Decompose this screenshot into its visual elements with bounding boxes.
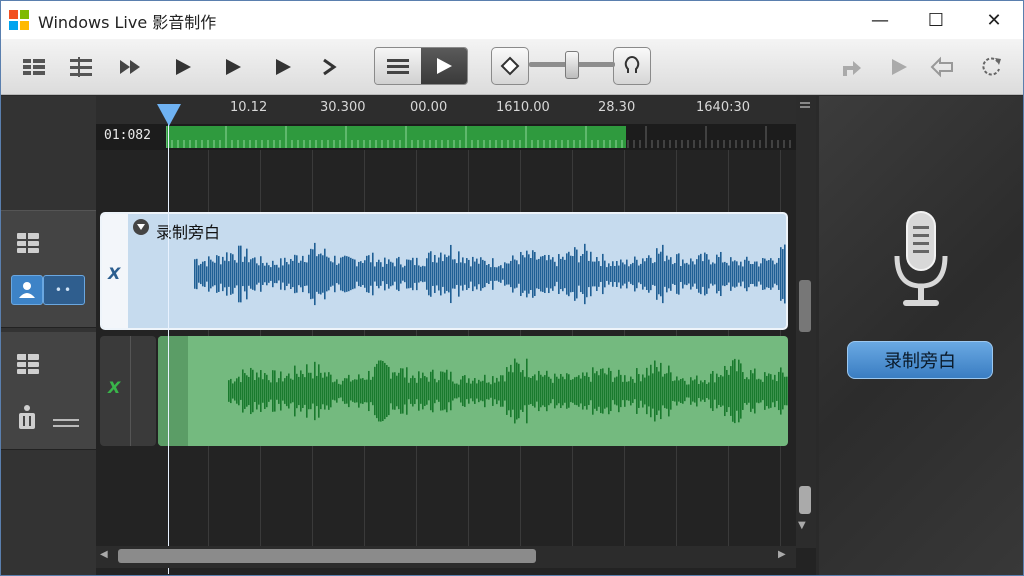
scroll-left-icon[interactable]: ◀ xyxy=(100,549,108,560)
mute-glyph[interactable]: X xyxy=(108,378,120,397)
clip-header: X xyxy=(102,214,128,328)
narration-panel: 录制旁白 xyxy=(819,96,1023,575)
ruler-label: 28.30 xyxy=(598,100,636,115)
title-bar: Windows Live 影音制作 — ☐ ✕ xyxy=(1,1,1023,39)
ruler-label: 1610.00 xyxy=(496,100,550,115)
diamond-icon[interactable] xyxy=(491,47,529,85)
clip-menu-icon[interactable] xyxy=(132,218,150,240)
zoom-slider-thumb[interactable] xyxy=(565,51,579,79)
timebar-ticks xyxy=(166,126,791,148)
play-icon[interactable] xyxy=(219,53,247,81)
clip-lead-in xyxy=(158,336,188,446)
app-logo-icon xyxy=(9,10,29,30)
timeline[interactable]: 10.12 30.300 00.00 1610.00 28.30 1640:30… xyxy=(96,96,816,575)
time-ruler[interactable]: 10.12 30.300 00.00 1610.00 28.30 1640:30 xyxy=(96,96,801,124)
hscroll-thumb[interactable] xyxy=(118,549,536,563)
window-title: Windows Live 影音制作 xyxy=(38,13,217,32)
scroll-down-icon[interactable]: ▼ xyxy=(798,520,806,531)
ruler-label: 10.12 xyxy=(230,100,268,115)
track-header-panel: •• xyxy=(1,96,96,575)
music-clip[interactable] xyxy=(158,336,788,446)
ruler-label: 1640:30 xyxy=(696,100,751,115)
narration-clip[interactable]: X 录制旁白 xyxy=(100,212,788,330)
view-toggle xyxy=(374,47,468,85)
track-settings-icon[interactable] xyxy=(17,354,39,378)
play-icon[interactable] xyxy=(169,53,197,81)
vscroll-thumb-lower[interactable] xyxy=(799,486,811,514)
vertical-scrollbar[interactable]: ▼ xyxy=(796,96,816,548)
track-options-button[interactable]: •• xyxy=(43,275,85,305)
time-bar[interactable]: 01:082 xyxy=(96,124,801,150)
list-view-icon[interactable] xyxy=(375,48,421,84)
playhead[interactable] xyxy=(168,114,169,574)
play-icon[interactable] xyxy=(269,53,297,81)
narration-track-header: •• xyxy=(1,210,96,328)
music-clip-start[interactable]: X xyxy=(100,336,156,446)
vscroll-thumb[interactable] xyxy=(799,280,811,332)
ruler-label: 00.00 xyxy=(410,100,448,115)
preview-play-icon[interactable] xyxy=(885,53,913,81)
track-settings-icon[interactable] xyxy=(17,233,39,257)
maximize-button[interactable]: ☐ xyxy=(907,1,965,39)
horizontal-scrollbar[interactable]: ◀ ▶ xyxy=(96,546,796,568)
fast-forward-icon[interactable] xyxy=(117,53,145,81)
mixer-icon[interactable] xyxy=(17,404,37,434)
music-waveform xyxy=(228,358,788,424)
app-window: Windows Live 影音制作 — ☐ ✕ •• 10.12 30.300 … xyxy=(0,0,1024,576)
refresh-icon[interactable] xyxy=(977,53,1005,81)
layout-icon[interactable] xyxy=(20,53,48,81)
omega-icon[interactable] xyxy=(613,47,651,85)
mute-glyph[interactable]: X xyxy=(108,264,120,283)
close-button[interactable]: ✕ xyxy=(965,1,1023,39)
share-icon[interactable] xyxy=(837,53,865,81)
volume-line-icon[interactable] xyxy=(53,414,79,433)
narration-waveform xyxy=(194,242,786,306)
play-view-icon[interactable] xyxy=(421,48,467,84)
playhead-handle[interactable] xyxy=(157,104,181,126)
minimize-button[interactable]: — xyxy=(851,1,909,39)
next-icon[interactable] xyxy=(315,53,343,81)
toolbar xyxy=(1,39,1023,95)
microphone-icon xyxy=(891,210,951,314)
record-narration-button[interactable]: 录制旁白 xyxy=(847,341,993,379)
music-track-header xyxy=(1,332,96,450)
person-icon[interactable] xyxy=(11,275,43,305)
ruler-label: 30.300 xyxy=(320,100,366,115)
export-icon[interactable] xyxy=(929,53,957,81)
scroll-right-icon[interactable]: ▶ xyxy=(778,549,786,560)
split-icon[interactable] xyxy=(67,53,95,81)
current-time: 01:082 xyxy=(104,128,151,143)
